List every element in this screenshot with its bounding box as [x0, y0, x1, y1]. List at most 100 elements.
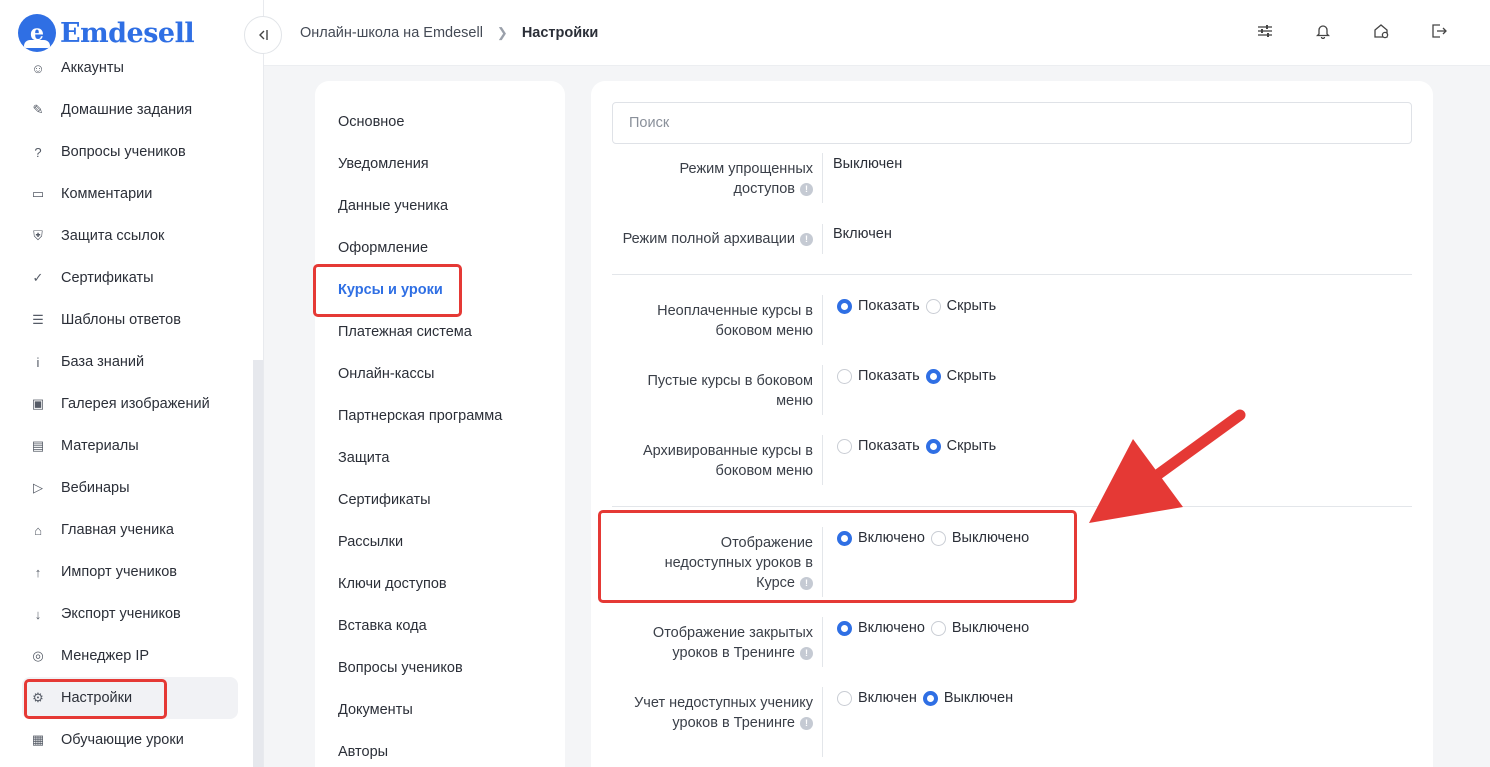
settings-menu-item[interactable]: Ключи доступов	[338, 576, 447, 592]
setting-label: Архивированные курсы в боковом меню	[623, 441, 813, 481]
radio-button[interactable]	[922, 690, 938, 706]
radio-option[interactable]: Показать	[837, 368, 920, 384]
sidebar-item-label: Главная ученика	[61, 522, 174, 538]
info-icon[interactable]: !	[800, 182, 813, 196]
sliders-icon[interactable]	[1256, 22, 1274, 40]
sidebar-item-label: Аккаунты	[61, 60, 124, 76]
briefcase-icon: ▤	[31, 438, 45, 453]
home-settings-icon[interactable]	[1372, 22, 1390, 40]
chevron-right-icon: ❯	[496, 25, 508, 40]
settings-menu-item[interactable]: Уведомления	[338, 156, 429, 172]
radio-option[interactable]: Выключен	[922, 690, 1013, 706]
sidebar-item[interactable]: ↑ Импорт учеников	[22, 551, 238, 593]
sidebar-item-label: Импорт учеников	[61, 564, 177, 580]
play-icon: ▷	[33, 480, 43, 495]
settings-menu-item[interactable]: Онлайн-кассы	[338, 366, 434, 382]
radio-label: Скрыть	[946, 368, 997, 384]
top-header: Онлайн-школа на Emdesell ❯ Настройки	[244, 0, 1490, 66]
setting-label-text: Учет недоступных ученику уроков в Тренин…	[634, 695, 813, 731]
settings-menu-item[interactable]: Авторы	[338, 744, 388, 760]
sidebar-item[interactable]: ▤ Материалы	[22, 425, 238, 467]
info-icon[interactable]: !	[800, 646, 813, 660]
radio-button[interactable]	[837, 438, 852, 454]
image-icon: ▣	[31, 396, 45, 411]
sidebar-item[interactable]: ▷ Вебинары	[22, 467, 238, 509]
setting-label-text: Архивированные курсы в боковом меню	[642, 443, 813, 479]
radio-option[interactable]: Выключено	[930, 620, 1029, 636]
sidebar-item-label: Домашние задания	[61, 102, 193, 118]
bell-icon[interactable]	[1314, 22, 1332, 40]
sidebar-item[interactable]: ☺ Аккаунты	[22, 47, 238, 89]
radio-button[interactable]	[930, 620, 946, 636]
radio-option[interactable]: Скрыть	[925, 438, 996, 454]
radio-option[interactable]: Скрыть	[925, 298, 996, 314]
setting-label: Учет недоступных ученику уроков в Тренин…	[623, 693, 813, 733]
row-divider	[822, 687, 823, 757]
logout-icon[interactable]	[1430, 22, 1448, 40]
radio-button[interactable]	[925, 438, 941, 454]
radio-option[interactable]: Скрыть	[925, 368, 997, 384]
radio-button[interactable]	[925, 298, 941, 314]
radio-option[interactable]: Включен	[837, 690, 917, 706]
sidebar-item[interactable]: ⛨ Защита ссылок	[22, 215, 238, 257]
radio-button[interactable]	[837, 620, 852, 636]
settings-menu-item[interactable]: Платежная система	[338, 324, 472, 340]
settings-menu-item[interactable]: Сертификаты	[338, 492, 431, 508]
breadcrumb: Онлайн-школа на Emdesell ❯ Настройки	[300, 25, 598, 41]
pencil-icon: ✎	[32, 102, 44, 117]
info-circle-icon: i	[36, 354, 40, 370]
breadcrumb-school[interactable]: Онлайн-школа на Emdesell	[300, 25, 483, 41]
search-input[interactable]	[612, 102, 1412, 144]
radio-button[interactable]	[837, 368, 852, 384]
film-icon: ▦	[31, 732, 45, 747]
sidebar-item[interactable]: ▭ Комментарии	[22, 173, 238, 215]
section-divider	[612, 506, 1412, 507]
sidebar-item[interactable]: ✎ Домашние задания	[22, 89, 238, 131]
radio-group: Включен Выключен	[837, 690, 1019, 706]
sidebar-item[interactable]: ⌂ Главная ученика	[22, 509, 238, 551]
settings-menu-item[interactable]: Оформление	[338, 240, 428, 256]
settings-menu-item[interactable]: Вставка кода	[338, 618, 427, 634]
settings-menu-item[interactable]: Данные ученика	[338, 198, 448, 214]
radio-group: Показать Скрыть	[837, 368, 1002, 384]
collapse-sidebar-button[interactable]	[244, 16, 282, 54]
radio-group: Включено Выключено	[837, 620, 1035, 636]
setting-label-text: Отображение закрытых уроков в Тренинге	[652, 625, 813, 661]
download-icon: ↓	[34, 606, 42, 622]
sidebar-item[interactable]: ◎ Менеджер IP	[22, 635, 238, 677]
row-divider	[822, 224, 823, 254]
radio-option[interactable]: Показать	[837, 438, 920, 454]
sidebar-item[interactable]: i База знаний	[22, 341, 238, 383]
settings-menu-item[interactable]: Рассылки	[338, 534, 403, 550]
radio-button[interactable]	[837, 690, 852, 706]
settings-content: Режим упрощенных доступов! Выключен Режим …	[591, 81, 1433, 767]
sidebar-item[interactable]: ☰ Шаблоны ответов	[22, 299, 238, 341]
info-icon[interactable]: !	[800, 716, 813, 730]
setting-label: Неоплаченные курсы в боковом меню	[623, 301, 813, 341]
setting-label-text: Пустые курсы в боковом меню	[647, 373, 813, 409]
setting-label: Режим упрощенных доступов!	[628, 159, 813, 199]
radio-button[interactable]	[837, 298, 852, 314]
target-icon: ◎	[32, 648, 44, 663]
settings-menu-item[interactable]: Партнерская программа	[338, 408, 502, 424]
sidebar-item[interactable]: ✓ Сертификаты	[22, 257, 238, 299]
comment-icon: ▭	[31, 186, 45, 201]
sidebar-item-label: Шаблоны ответов	[61, 312, 181, 328]
radio-option[interactable]: Показать	[837, 298, 920, 314]
radio-label: Показать	[858, 298, 920, 314]
settings-menu-item[interactable]: Основное	[338, 114, 404, 130]
sidebar-item[interactable]: ▦ Обучающие уроки	[22, 719, 238, 761]
info-icon[interactable]: !	[800, 232, 813, 246]
sidebar-item[interactable]: ↓ Экспорт учеников	[22, 593, 238, 635]
sidebar-scrollbar[interactable]	[253, 360, 263, 767]
settings-menu-item[interactable]: Защита	[338, 450, 389, 466]
radio-button[interactable]	[925, 368, 941, 384]
sidebar-item-label: Защита ссылок	[61, 228, 165, 244]
settings-menu-item[interactable]: Документы	[338, 702, 413, 718]
row-divider	[822, 435, 823, 485]
settings-menu-item[interactable]: Вопросы учеников	[338, 660, 463, 676]
radio-option[interactable]: Включено	[837, 620, 925, 636]
sidebar-item[interactable]: ▣ Галерея изображений	[22, 383, 238, 425]
highlight-unavailable-lessons-row	[598, 510, 1077, 603]
sidebar-item[interactable]: ? Вопросы учеников	[22, 131, 238, 173]
